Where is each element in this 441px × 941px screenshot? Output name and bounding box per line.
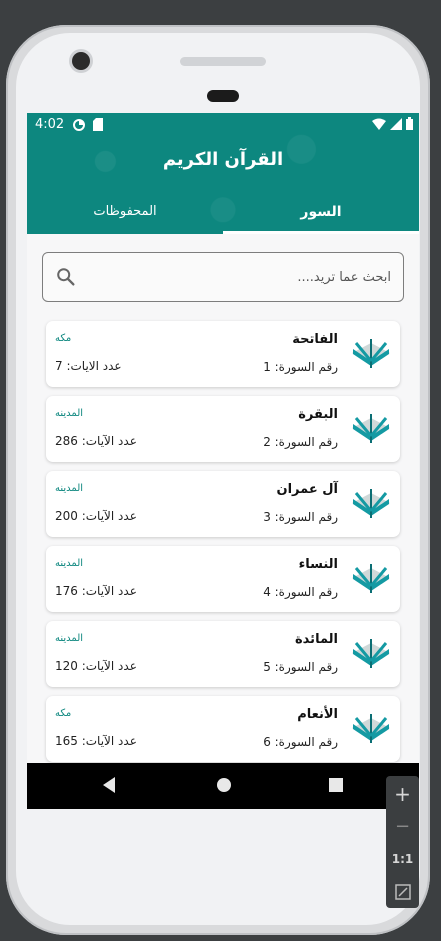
surah-name: النساء: [298, 557, 338, 572]
wifi-icon: [372, 118, 386, 130]
navigation-bar: [27, 763, 419, 809]
quran-book-icon: [352, 489, 390, 518]
ayat-count: عدد الآيات: 120: [55, 659, 137, 673]
search-box: [42, 252, 404, 302]
ayat-count: عدد الآيات: 286: [55, 434, 137, 448]
surah-card[interactable]: المائدة رقم السورة: 5 المدينه عدد الآيات: 1…: [46, 621, 400, 687]
surah-number: رقم السورة: 4: [263, 585, 338, 599]
revelation-place: مكه: [55, 333, 72, 344]
surah-name: المائدة: [295, 632, 338, 647]
quran-book-icon: [352, 639, 390, 668]
earpiece-speaker: [180, 57, 266, 66]
zoom-in-button[interactable]: +: [386, 782, 419, 806]
revelation-place: المدينه: [55, 633, 84, 644]
surah-name: الأنعام: [297, 707, 338, 722]
ayat-count: عدد الآيات: 176: [55, 584, 137, 598]
recents-icon[interactable]: [328, 775, 344, 795]
sd-card-icon: [93, 118, 103, 131]
surah-name: البقرة: [298, 407, 338, 422]
surah-number: رقم السورة: 2: [263, 435, 338, 449]
fit-screen-icon[interactable]: [395, 884, 411, 900]
status-bar: 4:02: [27, 113, 419, 137]
revelation-place: المدينه: [55, 558, 84, 569]
surah-number: رقم السورة: 5: [263, 660, 338, 674]
revelation-place: مكه: [55, 708, 72, 719]
quran-book-icon: [352, 714, 390, 743]
home-icon[interactable]: [216, 775, 232, 795]
surah-card[interactable]: آل عمران رقم السورة: 3 المدينه عدد الآيات: …: [46, 471, 400, 537]
emulator-zoom-panel: + − 1:1: [386, 776, 419, 908]
status-time: 4:02: [35, 117, 65, 132]
quran-book-icon: [352, 564, 390, 593]
quran-book-icon: [352, 339, 390, 368]
zoom-out-button[interactable]: −: [386, 816, 419, 837]
active-tab-indicator: [223, 231, 419, 234]
actual-size-button[interactable]: 1:1: [386, 852, 419, 866]
ayat-count: عدد الآيات: 200: [55, 509, 137, 523]
tab-surahs[interactable]: السور: [223, 193, 419, 231]
surah-number: رقم السورة: 3: [263, 510, 338, 524]
surah-name: الفاتحة: [292, 332, 338, 347]
front-camera: [72, 52, 90, 70]
tab-bar: المحفوظات السور: [27, 193, 419, 234]
app-screen: 4:02 القرآن الكريم المحفوظات السور ابحث …: [27, 113, 419, 809]
surah-card[interactable]: الأنعام رقم السورة: 6 مكه عدد الآيات: 165: [46, 696, 400, 762]
app-header: 4:02 القرآن الكريم المحفوظات السور: [27, 113, 419, 234]
quran-book-icon: [352, 414, 390, 443]
search-icon[interactable]: [55, 266, 77, 288]
ayat-count: عدد الايات: 7: [55, 359, 122, 373]
revelation-place: المدينه: [55, 408, 84, 419]
back-icon[interactable]: [101, 775, 117, 795]
surah-name: آل عمران: [276, 482, 339, 497]
app-title: القرآن الكريم: [162, 149, 284, 170]
battery-icon: [406, 117, 413, 130]
sync-status-icon: [73, 119, 85, 131]
surah-card[interactable]: البقرة رقم السورة: 2 المدينه عدد الآيات: 28…: [46, 396, 400, 462]
proximity-sensor: [207, 90, 239, 102]
search-input[interactable]: [93, 261, 393, 293]
surah-number: رقم السورة: 1: [263, 360, 338, 374]
ayat-count: عدد الآيات: 165: [55, 734, 137, 748]
signal-icon: [390, 117, 402, 130]
surah-card[interactable]: النساء رقم السورة: 4 المدينه عدد الآيات: 17…: [46, 546, 400, 612]
surah-number: رقم السورة: 6: [263, 735, 338, 749]
surah-card[interactable]: الفاتحة رقم السورة: 1 مكه عدد الايات: 7: [46, 321, 400, 387]
tab-bookmarks[interactable]: المحفوظات: [27, 193, 223, 231]
revelation-place: المدينه: [55, 483, 84, 494]
status-right-icons: [372, 117, 413, 130]
